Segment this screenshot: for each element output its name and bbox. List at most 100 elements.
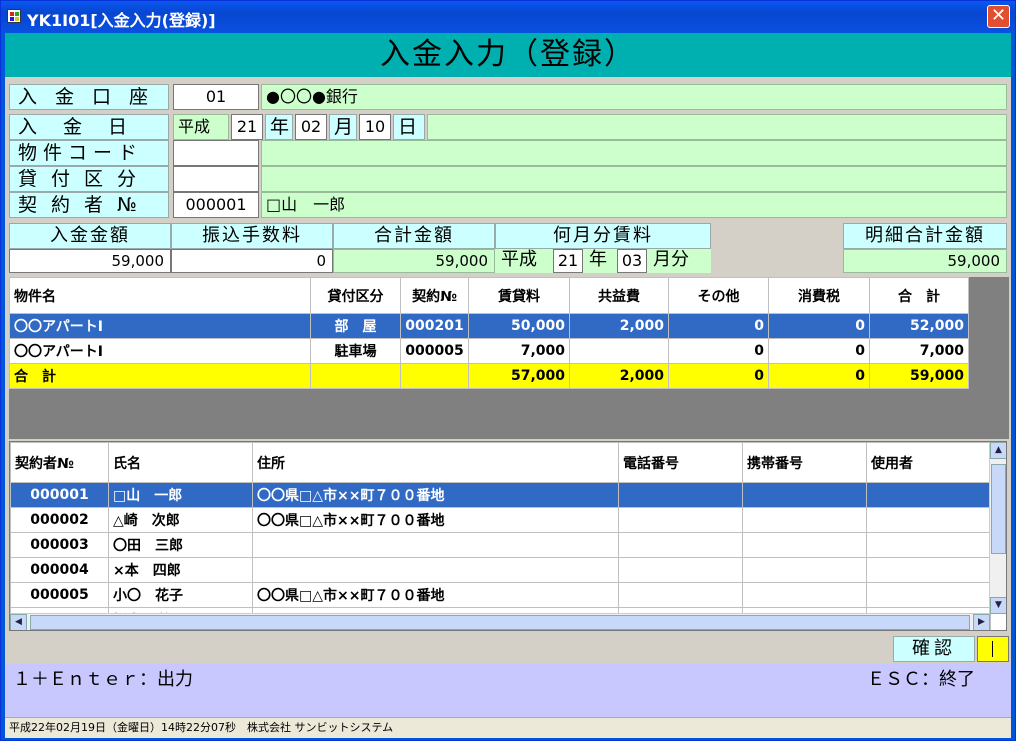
table-row[interactable]: 000001 □山 一郎 〇〇県□△市××町７００番地 — [10, 482, 991, 508]
cell: 7,000 — [468, 338, 570, 364]
scroll-right-icon[interactable]: ▶ — [973, 614, 990, 630]
confirm-input[interactable] — [977, 636, 1009, 662]
cell — [618, 582, 743, 608]
date-year-input[interactable]: 21 — [231, 114, 263, 140]
col-header[interactable]: 消費税 — [768, 277, 870, 314]
table-row[interactable]: 000004 ×本 四郎 — [10, 557, 991, 583]
cell: 0 — [668, 363, 769, 389]
cell — [742, 582, 867, 608]
title-bar[interactable]: YK1I01[入金入力(登録)] ✕ — [1, 1, 1015, 31]
col-header[interactable]: 電話番号 — [618, 442, 743, 483]
total-row: 合 計 57,000 2,000 0 0 59,000 — [9, 363, 969, 389]
col-header[interactable]: 合 計 — [869, 277, 969, 314]
cell: 0 — [668, 313, 769, 339]
col-header[interactable]: 住所 — [252, 442, 619, 483]
rent-year-input[interactable]: 21 — [553, 249, 583, 273]
property-code-input[interactable] — [173, 140, 259, 166]
close-button[interactable]: ✕ — [987, 5, 1010, 28]
cell — [742, 557, 867, 583]
col-header[interactable]: 契約者№ — [10, 442, 109, 483]
cell: 2,000 — [569, 363, 669, 389]
cell: 0 — [768, 313, 870, 339]
cell: 〇田 三郎 — [108, 532, 253, 558]
cell: 7,000 — [869, 338, 969, 364]
cell — [400, 363, 469, 389]
deposit-amount-input[interactable]: 59,000 — [9, 249, 171, 273]
col-header[interactable]: 使用者 — [866, 442, 991, 483]
rent-month-input[interactable]: 03 — [617, 249, 647, 273]
col-header[interactable]: 物件名 — [9, 277, 311, 314]
cell — [252, 532, 619, 558]
cell: 0 — [768, 363, 870, 389]
cell — [742, 532, 867, 558]
detail-grid: 物件名 貸付区分 契約№ 賃貸料 共益費 その他 消費税 合 計 〇〇アパートⅠ… — [9, 277, 1009, 439]
output-key-hint: １＋Ｅｎｔｅｒ：出力 — [13, 669, 193, 690]
cell: 0 — [668, 338, 769, 364]
cell — [618, 557, 743, 583]
horizontal-scroll-thumb[interactable] — [30, 615, 970, 630]
app-window: YK1I01[入金入力(登録)] ✕ 入金入力（登録） 入金口座 01 ●〇〇●… — [0, 0, 1016, 741]
account-name: ●〇〇●銀行 — [261, 84, 1007, 110]
cell: 000005 — [400, 338, 469, 364]
scroll-down-icon[interactable]: ▼ — [990, 597, 1006, 614]
cell: 駐車場 — [310, 338, 401, 364]
table-row[interactable]: 000002 △崎 次郎 〇〇県□△市××町７００番地 — [10, 507, 991, 533]
scroll-up-icon[interactable]: ▲ — [990, 442, 1006, 459]
lease-type-label: 貸付区分 — [9, 166, 169, 192]
cell — [742, 482, 867, 508]
date-day-input[interactable]: 10 — [359, 114, 391, 140]
client-area: 入金入力（登録） 入金口座 01 ●〇〇●銀行 入金日 平成 21 年 02 月… — [5, 33, 1011, 738]
cell: 〇〇アパートⅠ — [9, 338, 311, 364]
contractor-no-input[interactable]: 000001 — [173, 192, 259, 218]
col-header[interactable]: 契約№ — [400, 277, 469, 314]
cell: 000003 — [10, 532, 109, 558]
table-row[interactable]: 〇〇アパートⅠ 駐車場 000005 7,000 0 0 7,000 — [9, 338, 969, 364]
cell: 〇〇県□△市××町７００番地 — [252, 582, 619, 608]
contractor-name: □山 一郎 — [261, 192, 1007, 218]
col-header[interactable]: 携帯番号 — [742, 442, 867, 483]
table-row[interactable]: 000003 〇田 三郎 — [10, 532, 991, 558]
rent-year-unit: 年 — [589, 249, 607, 270]
date-month-input[interactable]: 02 — [295, 114, 327, 140]
property-name — [261, 140, 1007, 166]
rent-month-era: 平成 — [501, 249, 537, 270]
status-bar: 平成22年02月19日（金曜日）14時22分07秒 株式会社 サンビットシステム — [5, 717, 1011, 738]
scroll-left-icon[interactable]: ◀ — [10, 614, 27, 630]
fee-input[interactable]: 0 — [171, 249, 333, 273]
confirm-label: 確認 — [893, 636, 975, 662]
detail-grid-header: 物件名 貸付区分 契約№ 賃貸料 共益費 その他 消費税 合 計 — [9, 277, 969, 314]
cell — [866, 482, 991, 508]
table-row[interactable]: 〇〇アパートⅠ 部 屋 000201 50,000 2,000 0 0 52,0… — [9, 313, 969, 339]
cell: 〇〇県□△市××町７００番地 — [252, 482, 619, 508]
page-title: 入金入力（登録） — [5, 33, 1011, 77]
cell: 52,000 — [869, 313, 969, 339]
cell: 〇〇アパートⅠ — [9, 313, 311, 339]
total-amount-value: 59,000 — [333, 249, 495, 273]
cell — [310, 363, 401, 389]
cell: ×本 四郎 — [108, 557, 253, 583]
cell — [618, 507, 743, 533]
cell: 部 屋 — [310, 313, 401, 339]
col-header[interactable]: 共益費 — [569, 277, 669, 314]
table-row[interactable]: 000005 小〇 花子 〇〇県□△市××町７００番地 — [10, 582, 991, 608]
account-code-input[interactable]: 01 — [173, 84, 259, 110]
col-header[interactable]: その他 — [668, 277, 769, 314]
account-label: 入金口座 — [9, 84, 169, 110]
col-header[interactable]: 賃貸料 — [468, 277, 570, 314]
col-header[interactable]: 貸付区分 — [310, 277, 401, 314]
deposit-amount-label: 入金金額 — [9, 223, 171, 249]
cell: 〇〇県□△市××町７００番地 — [252, 507, 619, 533]
cell: 小〇 花子 — [108, 582, 253, 608]
col-header[interactable]: 氏名 — [108, 442, 253, 483]
cell: △崎 次郎 — [108, 507, 253, 533]
date-day-unit: 日 — [393, 114, 425, 140]
vertical-scroll-thumb[interactable] — [991, 464, 1006, 554]
cell — [569, 338, 669, 364]
cell: 2,000 — [569, 313, 669, 339]
horizontal-scrollbar[interactable]: ◀ ▶ — [10, 613, 990, 630]
cell: 0 — [768, 338, 870, 364]
cell — [866, 507, 991, 533]
vertical-scrollbar[interactable]: ▲ ▼ — [989, 442, 1006, 614]
lease-type-input[interactable] — [173, 166, 259, 192]
cell: 57,000 — [468, 363, 570, 389]
